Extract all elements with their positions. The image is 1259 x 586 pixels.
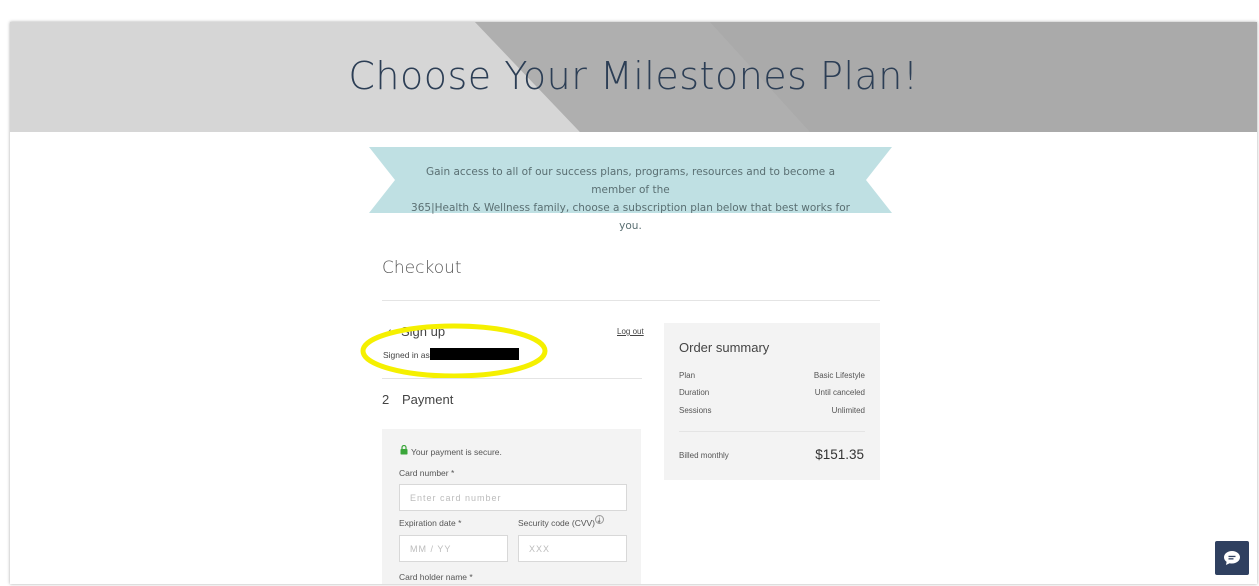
summary-plan-label: Plan [679,371,696,380]
security-code-input[interactable] [518,535,627,562]
intro-ribbon: Gain access to all of our success plans,… [369,147,892,232]
intro-line-1: Gain access to all of our success plans,… [425,166,836,196]
check-icon: ✓ [383,326,394,340]
chat-button[interactable] [1215,541,1249,575]
hero-banner: Choose Your Milestones Plan! [10,22,1257,132]
order-summary-title: Order summary [679,340,770,355]
signup-step-label: Sign up [401,324,446,339]
secure-payment-text: Your payment is secure. [411,447,502,457]
summary-divider [679,431,865,432]
expiration-date-label: Expiration date * [399,518,462,528]
signed-in-label: Signed in as [383,350,430,360]
checkout-divider [382,300,880,301]
expiration-date-input[interactable] [399,535,508,562]
info-icon[interactable]: i [595,515,604,524]
logout-link[interactable]: Log out [617,327,644,336]
summary-duration-value: Until canceled [814,388,865,397]
lock-icon [400,445,408,455]
intro-text: Gain access to all of our success plans,… [409,163,852,235]
card-number-input[interactable] [399,484,627,511]
redacted-email [430,348,519,360]
checkout-heading: Checkout [382,258,462,278]
page-frame: Choose Your Milestones Plan! Gain access… [10,22,1257,584]
card-number-label: Card number * [399,468,455,478]
summary-plan-value: Basic Lifestyle [813,371,865,380]
billed-monthly-label: Billed monthly [679,451,729,460]
chat-icon [1224,551,1240,565]
page-title: Choose Your Milestones Plan! [348,54,919,98]
summary-duration-label: Duration [679,388,710,397]
billed-price: $151.35 [815,447,864,462]
summary-sessions-label: Sessions [679,406,712,415]
payment-step-label: Payment [402,392,454,407]
security-code-label: Security code (CVV) * [518,518,601,528]
intro-line-2: 365|Health & Wellness family, choose a s… [411,202,850,232]
card-holder-label: Card holder name * [399,572,473,582]
summary-sessions-value: Unlimited [831,406,865,415]
step-divider [382,378,642,379]
payment-step-number: 2 [382,392,390,407]
